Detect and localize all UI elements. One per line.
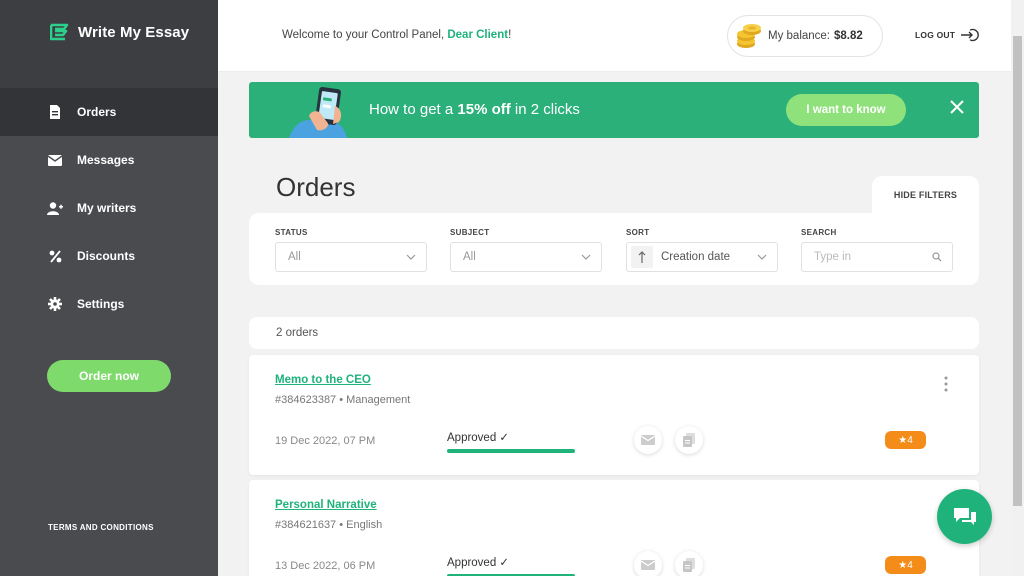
- sidebar-item-label: Messages: [77, 153, 135, 167]
- sort-select[interactable]: Creation date: [626, 242, 778, 272]
- document-icon: [47, 104, 63, 120]
- message-button[interactable]: [634, 426, 662, 454]
- filters-panel: STATUS All SUBJECT All SORT Creation dat…: [249, 213, 979, 285]
- status-progress-bar: [447, 449, 575, 453]
- filter-label: SUBJECT: [450, 228, 490, 237]
- files-icon: [683, 558, 695, 572]
- hide-filters-button[interactable]: HIDE FILTERS: [872, 176, 979, 214]
- promo-text-prefix: How to get a: [369, 101, 458, 118]
- order-date: 19 Dec 2022, 07 PM: [275, 435, 376, 447]
- gear-icon: [47, 296, 63, 312]
- envelope-icon: [47, 152, 63, 168]
- welcome-prefix: Welcome to your Control Panel,: [282, 29, 448, 41]
- sidebar-item-label: Orders: [77, 105, 117, 119]
- user-plus-icon: [47, 200, 63, 216]
- order-date: 13 Dec 2022, 06 PM: [275, 560, 376, 572]
- brand-name: Write My Essay: [78, 23, 190, 41]
- chevron-down-icon: [406, 254, 416, 260]
- envelope-icon: [641, 560, 655, 570]
- chat-icon: [953, 507, 976, 525]
- arrow-up-icon: [638, 251, 646, 263]
- filter-label: SEARCH: [801, 228, 837, 237]
- filter-search: SEARCH Type in: [801, 228, 953, 272]
- files-button[interactable]: [675, 426, 703, 454]
- terms-link[interactable]: TERMS AND CONDITIONS: [48, 523, 154, 532]
- promo-text: How to get a 15% off in 2 clicks: [369, 101, 580, 118]
- filter-label: SORT: [626, 228, 650, 237]
- filter-sort: SORT Creation date: [626, 228, 778, 272]
- order-card: Memo to the CEO #384623387 • Management …: [249, 355, 979, 475]
- chat-button[interactable]: [937, 489, 992, 544]
- sort-value: Creation date: [661, 251, 731, 263]
- status-value: All: [288, 251, 301, 263]
- files-button[interactable]: [675, 551, 703, 576]
- orders-count: 2 orders: [249, 317, 979, 349]
- phone-hand-illustration: [289, 87, 347, 138]
- logout-button[interactable]: LOG OUT: [915, 28, 979, 42]
- logout-label: LOG OUT: [915, 30, 956, 40]
- percent-icon: [47, 248, 63, 264]
- order-meta: #384621637 • English: [275, 519, 383, 531]
- sidebar-item-orders[interactable]: Orders: [0, 88, 218, 136]
- order-meta: #384623387 • Management: [275, 394, 411, 406]
- coins-icon: [737, 24, 761, 48]
- balance-value: $8.82: [834, 30, 863, 42]
- logout-icon: [961, 28, 979, 42]
- balance-label: My balance:: [768, 30, 831, 42]
- sort-direction-toggle[interactable]: [631, 246, 653, 268]
- promo-button[interactable]: I want to know: [786, 94, 906, 126]
- sidebar: Write My Essay Orders Messages My writer…: [0, 0, 218, 576]
- filter-label: STATUS: [275, 228, 308, 237]
- promo-banner: How to get a 15% off in 2 clicks I want …: [249, 82, 979, 138]
- promo-text-bold: 15% off: [457, 101, 511, 118]
- envelope-icon: [641, 435, 655, 445]
- status-select[interactable]: All: [275, 242, 427, 272]
- sidebar-item-label: My writers: [77, 201, 137, 215]
- order-card: Personal Narrative #384621637 • English …: [249, 480, 979, 576]
- chevron-down-icon: [581, 254, 591, 260]
- welcome-text: Welcome to your Control Panel, Dear Clie…: [282, 29, 511, 41]
- order-now-button[interactable]: Order now: [47, 360, 171, 392]
- search-input[interactable]: Type in: [801, 242, 953, 272]
- rating-badge: ★4: [885, 431, 926, 449]
- order-status: Approved ✓: [447, 432, 510, 444]
- sidebar-item-settings[interactable]: Settings: [0, 280, 218, 328]
- search-placeholder: Type in: [814, 251, 852, 263]
- chevron-down-icon: [757, 254, 767, 260]
- sidebar-item-discounts[interactable]: Discounts: [0, 232, 218, 280]
- filter-status: STATUS All: [275, 228, 427, 272]
- logo[interactable]: Write My Essay: [0, 0, 218, 88]
- subject-select[interactable]: All: [450, 242, 602, 272]
- welcome-suffix: !: [508, 29, 512, 41]
- more-options-icon[interactable]: [942, 376, 950, 392]
- sidebar-item-my-writers[interactable]: My writers: [0, 184, 218, 232]
- files-icon: [683, 433, 695, 447]
- subject-value: All: [463, 251, 476, 263]
- order-status: Approved ✓: [447, 557, 510, 569]
- header: Welcome to your Control Panel, Dear Clie…: [218, 0, 1011, 72]
- client-name: Dear Client: [447, 29, 509, 41]
- scrollbar-thumb[interactable]: [1013, 36, 1022, 506]
- search-icon: [932, 252, 942, 262]
- close-icon[interactable]: [949, 99, 965, 115]
- balance-pill[interactable]: My balance: $8.82: [727, 15, 883, 57]
- order-title-link[interactable]: Personal Narrative: [275, 499, 377, 511]
- promo-text-suffix: in 2 clicks: [510, 101, 580, 118]
- page-title: Orders: [276, 172, 356, 202]
- sidebar-item-label: Discounts: [77, 249, 136, 263]
- message-button[interactable]: [634, 551, 662, 576]
- sidebar-item-messages[interactable]: Messages: [0, 136, 218, 184]
- scrollbar[interactable]: [1011, 0, 1024, 576]
- filter-subject: SUBJECT All: [450, 228, 602, 272]
- logo-icon: [50, 23, 69, 41]
- sidebar-item-label: Settings: [77, 297, 125, 311]
- rating-badge: ★4: [885, 556, 926, 574]
- order-title-link[interactable]: Memo to the CEO: [275, 374, 371, 386]
